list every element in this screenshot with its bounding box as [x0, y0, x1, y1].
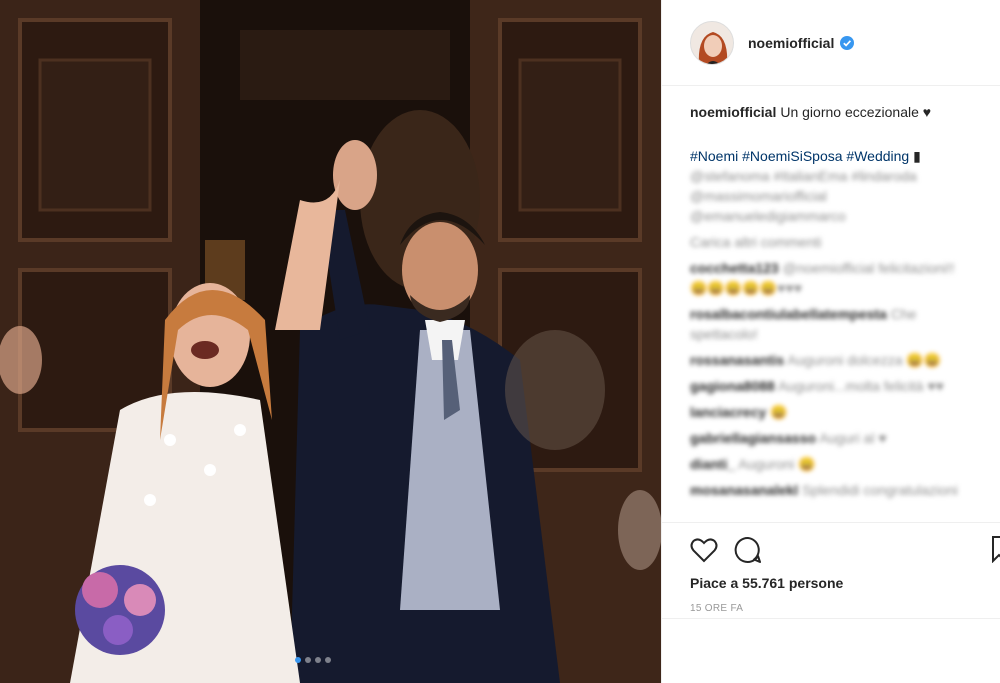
list-item: lanciacrecy 😀	[690, 402, 995, 422]
list-item: mosanasanalekl Splendidi congratulazioni	[690, 480, 995, 500]
comment-text: Auguroni 😀	[738, 456, 816, 472]
comment-user[interactable]: rosalbacontiulabellatempesta	[690, 306, 887, 322]
comment-text: Auguroni...molta felicità ♥♥	[777, 378, 944, 394]
post-side-panel: noemiofficial noemiofficial Un giorno ecc…	[661, 0, 1000, 683]
hashtag-links[interactable]: #Noemi #NoemiSiSposa #Wedding	[690, 148, 909, 164]
comment-user[interactable]: gagiona8088	[690, 378, 775, 394]
heart-icon[interactable]	[690, 537, 718, 563]
add-comment-area[interactable]	[662, 618, 1000, 683]
comment-icon[interactable]	[734, 536, 762, 564]
load-more-comments[interactable]: Carica altri commenti	[690, 232, 995, 252]
caption-text: Un giorno eccezionale	[780, 104, 919, 120]
comment-user[interactable]: mosanasanalekl	[690, 482, 798, 498]
bookmark-icon[interactable]	[991, 535, 1000, 563]
carousel-dot	[305, 657, 311, 663]
comment-text: spettacolo!	[690, 326, 758, 342]
likes-count[interactable]: Piace a 55.761 persone	[690, 575, 973, 591]
verified-badge-icon	[840, 35, 855, 50]
post-timestamp: 15 ORE FA	[690, 603, 744, 614]
comment-user[interactable]: cocchetta123	[690, 260, 779, 276]
comment-text: 😀😀😀😀😀♥♥♥	[690, 280, 803, 296]
list-item: dianti_ Auguroni 😀	[690, 454, 995, 474]
mention-line[interactable]: @massimomariofficial	[690, 186, 995, 206]
caption-username[interactable]: noemiofficial	[690, 104, 776, 120]
post-header: noemiofficial	[662, 0, 1000, 86]
comment-user[interactable]: dianti_	[690, 456, 735, 472]
comments-section: noemiofficial Un giorno eccezionale ♥ #No…	[690, 102, 995, 500]
avatar[interactable]	[690, 20, 734, 65]
username[interactable]: noemiofficial	[748, 35, 834, 51]
list-item: spettacolo!	[690, 324, 995, 344]
list-item: 😀😀😀😀😀♥♥♥	[690, 278, 995, 298]
comment-user[interactable]: lanciacrecy	[690, 404, 766, 420]
comment-user[interactable]: gabriellagiansasso	[690, 430, 816, 446]
comment-text: Splendidi congratulazioni	[802, 482, 958, 498]
carousel-dot	[325, 657, 331, 663]
comment-user[interactable]: rossanasantis	[690, 352, 784, 368]
mention-line[interactable]: @emanueledigiammarco	[690, 206, 995, 226]
comment-text: Auguroni dolcezza 😀😀	[787, 352, 942, 368]
list-item: rosalbacontiulabellatempesta Che	[690, 304, 995, 324]
avatar-image	[691, 21, 733, 64]
dress-emoji: ▮	[913, 148, 921, 164]
hashtags: #Noemi #NoemiSiSposa #Wedding ▮	[690, 146, 995, 166]
list-item: rossanasantis Auguroni dolcezza 😀😀	[690, 350, 995, 370]
comment-text: 😀	[770, 404, 788, 420]
caption: noemiofficial Un giorno eccezionale ♥	[690, 102, 995, 122]
post-actions: Piace a 55.761 persone 15 ORE FA	[662, 522, 1000, 614]
list-item: cocchetta123 @noemiofficial felicitazion…	[690, 258, 995, 278]
carousel-indicator	[295, 657, 331, 663]
comment-text: Che	[890, 306, 917, 322]
carousel-dot	[315, 657, 321, 663]
wedding-photo-illustration	[0, 0, 661, 683]
post-photo[interactable]	[0, 0, 661, 683]
comment-list: cocchetta123 @noemiofficial felicitazion…	[690, 258, 995, 500]
mention-line[interactable]: @stefanoma #ItalianEma #lindaroda	[690, 166, 995, 186]
carousel-dot	[295, 657, 301, 663]
comment-text: @noemiofficial felicitazioni!!	[782, 260, 955, 276]
list-item: gagiona8088 Auguroni...molta felicità ♥♥	[690, 376, 995, 396]
list-item: gabriellagiansasso Auguri al ♥	[690, 428, 995, 448]
heart-emoji: ♥	[922, 104, 932, 120]
comment-text: Auguri al ♥	[819, 430, 887, 446]
action-icons	[690, 535, 1000, 565]
